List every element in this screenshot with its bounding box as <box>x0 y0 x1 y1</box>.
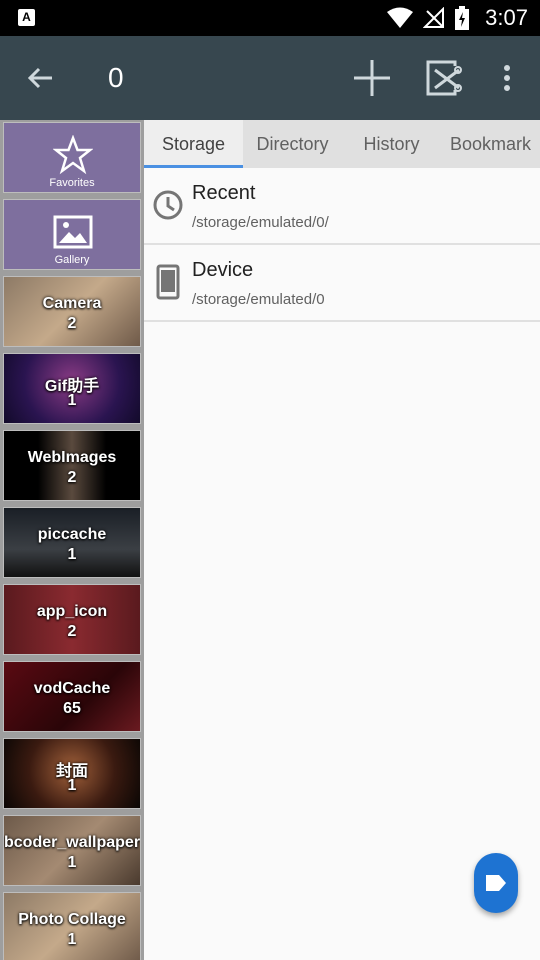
tab-history[interactable]: History <box>342 120 441 168</box>
app-notification-icon: A <box>18 9 35 26</box>
back-arrow-icon[interactable] <box>22 60 58 96</box>
folder-count: 1 <box>67 546 77 563</box>
storage-item-path: /storage/emulated/0 <box>192 291 325 308</box>
storage-list: Recent /storage/emulated/0/ Device /stor… <box>144 168 540 322</box>
folder-count: 1 <box>67 777 77 794</box>
sidebar-folder[interactable]: Camera 2 <box>3 276 141 347</box>
floating-action-button[interactable] <box>474 853 518 913</box>
battery-charging-icon <box>455 6 470 30</box>
tab-storage[interactable]: Storage <box>144 120 243 168</box>
folder-count: 65 <box>63 700 81 717</box>
folder-count: 1 <box>67 931 77 948</box>
clock-icon <box>153 190 183 220</box>
label-icon <box>486 875 506 891</box>
sidebar-folder[interactable]: Photo Collage 1 <box>3 892 141 960</box>
sidebar-folder[interactable]: WebImages 2 <box>3 430 141 501</box>
folder-count: 1 <box>67 392 77 409</box>
storage-item-recent[interactable]: Recent /storage/emulated/0/ <box>144 168 540 245</box>
sidebar-folder[interactable]: bcoder_wallpaper 1 <box>3 815 141 886</box>
folder-name: bcoder_wallpaper <box>4 834 141 851</box>
folder-count: 2 <box>67 469 77 486</box>
star-icon <box>53 135 93 175</box>
sidebar-folder[interactable]: Gif助手 1 <box>3 353 141 424</box>
storage-item-title: Device <box>192 259 254 281</box>
sidebar-gallery-label: Gallery <box>54 254 90 266</box>
folder-count: 2 <box>67 315 77 332</box>
folder-count: 2 <box>67 623 77 640</box>
status-bar: A 3:07 <box>0 0 540 36</box>
sidebar-folder[interactable]: app_icon 2 <box>3 584 141 655</box>
folder-name: piccache <box>37 526 107 543</box>
wifi-icon <box>387 7 414 28</box>
phone-icon <box>156 264 180 300</box>
sidebar-favorites-label: Favorites <box>49 177 95 189</box>
folder-count: 1 <box>67 854 77 871</box>
no-signal-icon <box>423 7 445 28</box>
folder-name: app_icon <box>36 603 108 620</box>
sidebar-folder[interactable]: piccache 1 <box>3 507 141 578</box>
folder-name: WebImages <box>27 449 117 466</box>
tab-directory[interactable]: Directory <box>243 120 342 168</box>
image-icon <box>53 215 93 249</box>
storage-item-title: Recent <box>192 182 256 204</box>
storage-item-path: /storage/emulated/0/ <box>192 214 329 231</box>
storage-item-device[interactable]: Device /storage/emulated/0 <box>144 245 540 322</box>
tab-bar: Storage Directory History Bookmark <box>144 120 540 168</box>
sidebar-folder[interactable]: 封面 1 <box>3 738 141 809</box>
toolbar-title: 0 <box>108 62 124 93</box>
tab-bookmark[interactable]: Bookmark <box>441 120 540 168</box>
select-icon[interactable] <box>425 58 465 98</box>
sidebar-favorites[interactable]: Favorites <box>3 122 141 193</box>
status-time: 3:07 <box>485 5 528 30</box>
folder-sidebar: Favorites Gallery Camera 2 Gif助手 1 WebIm… <box>0 120 144 960</box>
folder-name: Camera <box>42 295 102 312</box>
add-icon[interactable] <box>352 58 392 98</box>
sidebar-folder[interactable]: vodCache 65 <box>3 661 141 732</box>
folder-name: Photo Collage <box>18 911 126 928</box>
sidebar-gallery[interactable]: Gallery <box>3 199 141 270</box>
app-toolbar: 0 <box>0 36 540 120</box>
folder-name: vodCache <box>33 680 111 697</box>
more-vert-icon[interactable] <box>495 60 519 96</box>
